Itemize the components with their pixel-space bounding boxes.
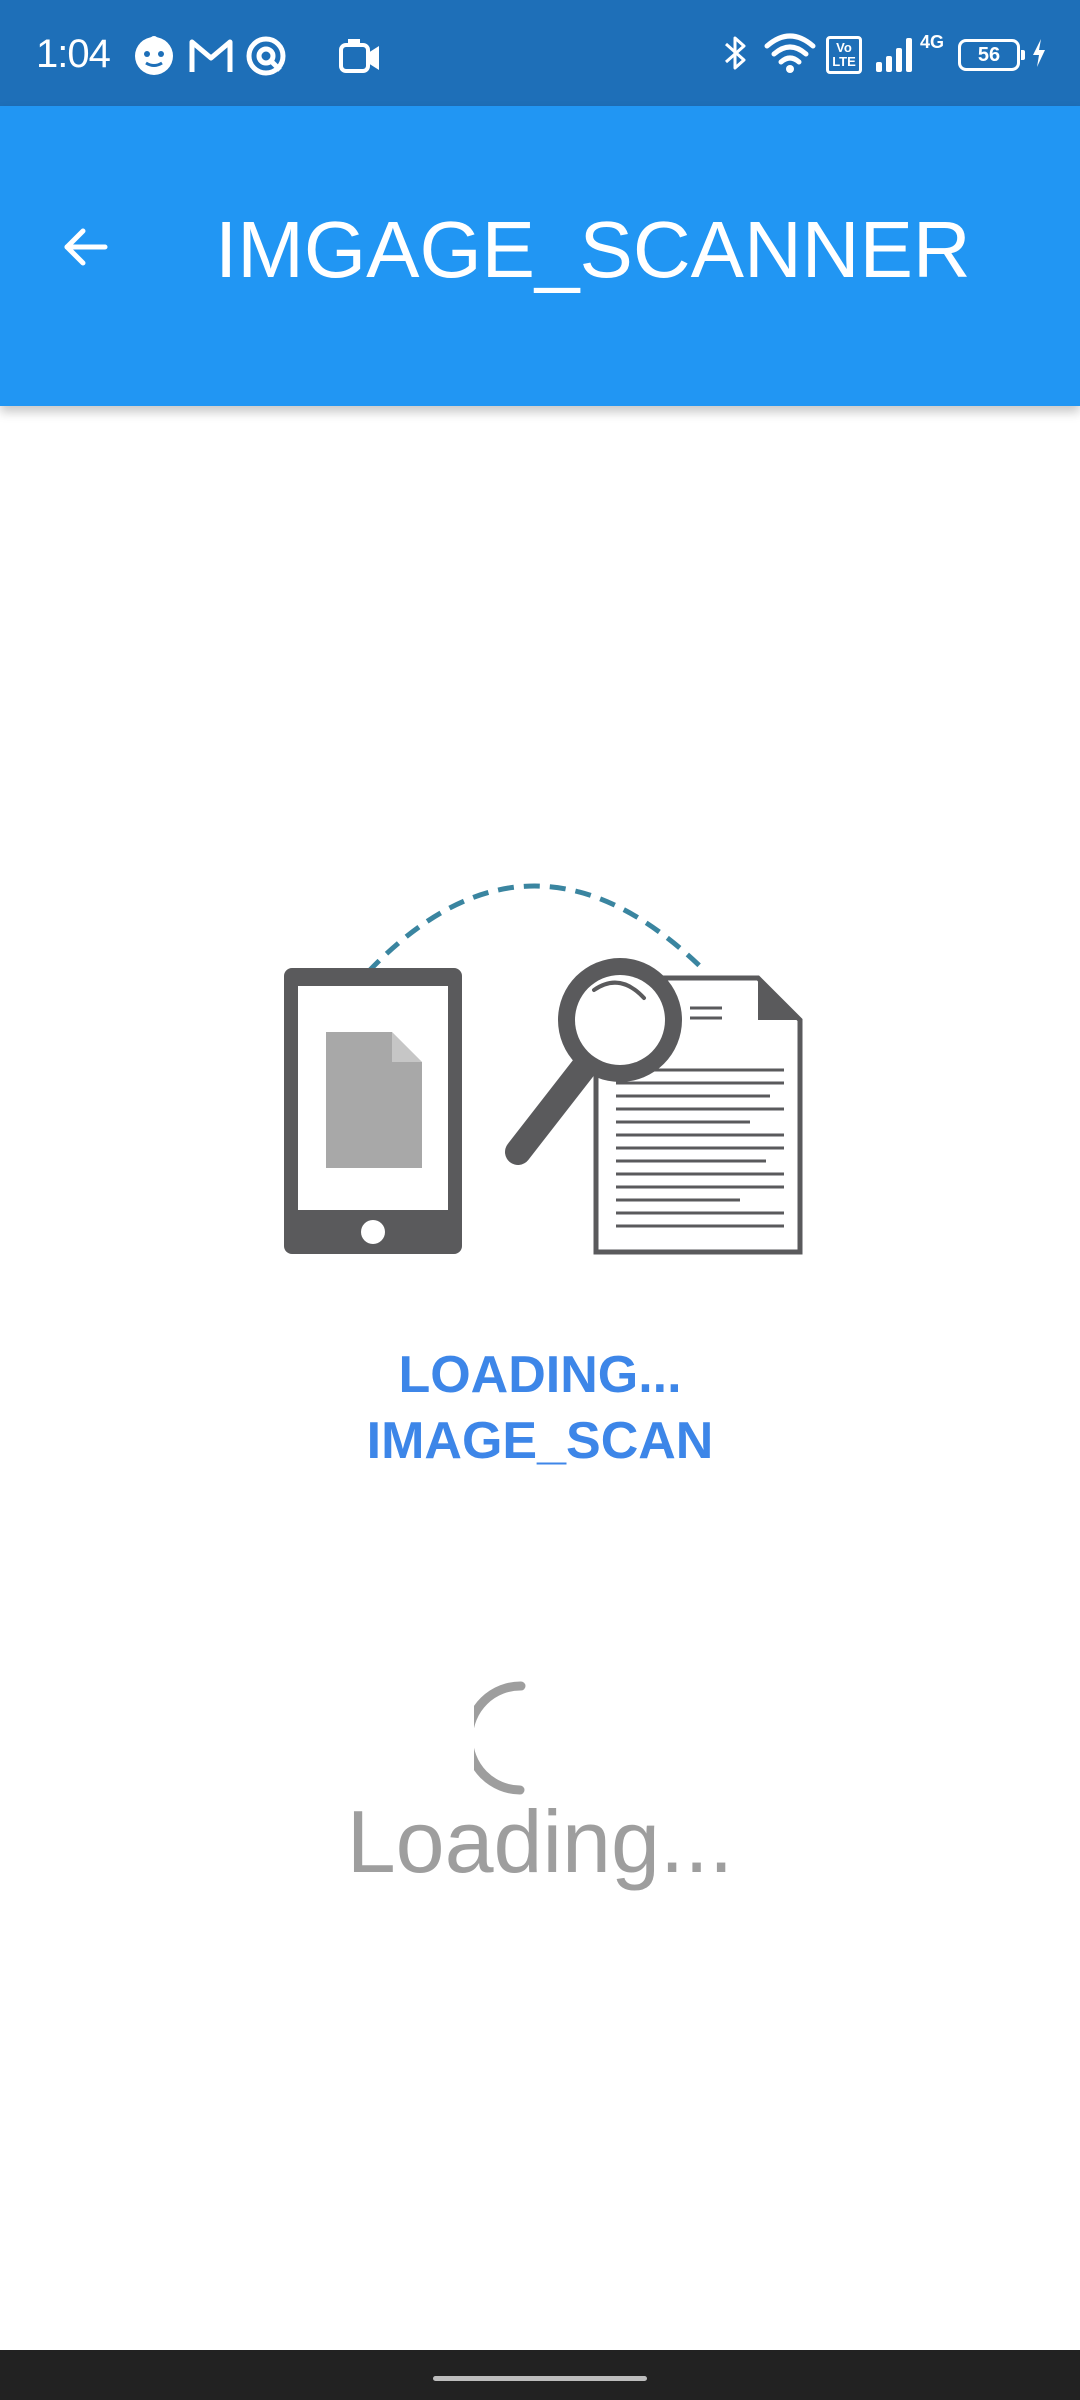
signal-icon — [874, 32, 920, 79]
loading-heading: LOADING... IMAGE_SCAN — [0, 1342, 1080, 1474]
charging-icon — [1030, 37, 1048, 74]
status-right-icons: Vo LTE 4G 56 — [720, 30, 1048, 80]
gmail-icon — [188, 36, 234, 76]
battery-level: 56 — [977, 44, 1001, 66]
loading-heading-line1: LOADING... — [398, 1346, 682, 1404]
baby-face-icon — [132, 34, 176, 78]
bluetooth-icon — [720, 32, 750, 79]
gesture-handle[interactable] — [433, 2376, 647, 2381]
phone-document-magnifier-illustration — [270, 880, 810, 1260]
status-time: 1:04 — [36, 32, 111, 76]
target-icon — [244, 34, 288, 78]
arrow-back-icon — [64, 228, 108, 266]
app-bar: IMGAGE_SCANNER — [0, 106, 1080, 406]
loading-spinner-icon — [474, 1681, 526, 1795]
network-type: 4G — [919, 32, 944, 52]
battery-icon: 56 — [958, 39, 1025, 71]
navigation-bar — [0, 2350, 1080, 2400]
status-left-icons — [132, 34, 382, 78]
status-bar: 1:04 Vo LTE 4G 56 — [0, 0, 1080, 106]
video-camera-icon — [338, 36, 382, 76]
loading-heading-line2: IMAGE_SCAN — [366, 1412, 714, 1470]
wifi-icon — [764, 32, 816, 79]
page-title: IMGAGE_SCANNER — [215, 205, 971, 294]
back-button[interactable] — [40, 202, 130, 292]
volte-icon: Vo LTE — [825, 36, 862, 74]
loading-text: Loading... — [346, 1792, 734, 1891]
volte-label: Vo LTE — [832, 40, 856, 69]
